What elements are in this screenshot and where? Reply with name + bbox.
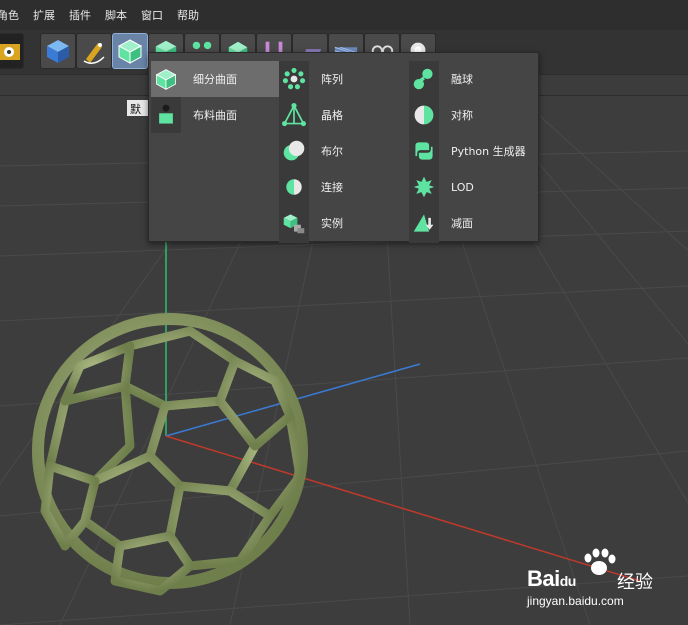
menu-item-instance[interactable]: 实例 <box>279 205 409 241</box>
menu-item-lod[interactable]: LOD <box>409 169 539 205</box>
menu-item-cloth-surface[interactable]: 布料曲面 <box>151 97 279 133</box>
symmetry-icon <box>409 97 439 133</box>
metaball-icon <box>409 61 439 97</box>
atom-array-icon <box>279 97 309 133</box>
array-icon <box>279 61 309 97</box>
menu-item-subdivision-surface[interactable]: 细分曲面 <box>151 61 279 97</box>
subdivision-surface-icon <box>151 61 181 97</box>
cube-button[interactable] <box>40 33 76 69</box>
menu-window[interactable]: 窗口 <box>134 7 170 23</box>
watermark-brand-cn: 经验 <box>617 572 653 593</box>
menu-item-metaball[interactable]: 融球 <box>409 61 539 97</box>
baidu-paw-icon <box>584 548 616 575</box>
instance-icon <box>279 205 309 241</box>
menu-item-label: 连接 <box>321 181 343 194</box>
menu-item-polygon-reduction[interactable]: 减面 <box>409 205 539 241</box>
polygon-reduction-icon <box>409 205 439 241</box>
menu-item-boole[interactable]: 布尔 <box>279 133 409 169</box>
cloth-surface-icon <box>151 97 181 133</box>
watermark-url: jingyan.baidu.com <box>527 594 624 608</box>
menu-item-label: 实例 <box>321 217 343 230</box>
menu-item-label: 融球 <box>451 73 473 86</box>
menu-item-label: 布料曲面 <box>193 109 237 122</box>
menu-item-label: 晶格 <box>321 109 343 122</box>
subdivision-cube-icon <box>117 39 143 64</box>
menu-script[interactable]: 脚本 <box>98 7 134 23</box>
menu-item-connect[interactable]: 连接 <box>279 169 409 205</box>
subdivision-surface-button[interactable] <box>112 33 148 69</box>
menu-item-label: 细分曲面 <box>193 73 237 86</box>
menu-item-label: Python 生成器 <box>451 145 526 158</box>
python-generator-icon <box>409 133 439 169</box>
menu-item-atom-array[interactable]: 晶格 <box>279 97 409 133</box>
connect-icon <box>279 169 309 205</box>
menu-item-label: 对称 <box>451 109 473 122</box>
menu-character[interactable]: 角色 <box>0 7 26 23</box>
pen-spline-icon <box>83 43 105 64</box>
menu-item-label: 阵列 <box>321 73 343 86</box>
clapper-gear-icon <box>0 40 20 60</box>
cube-icon <box>47 40 69 63</box>
menu-extensions[interactable]: 扩展 <box>26 7 62 23</box>
default-tooltip: 默认 <box>127 100 149 116</box>
boole-icon <box>279 133 309 169</box>
pen-button[interactable] <box>76 33 112 69</box>
render-settings-button[interactable] <box>0 33 24 69</box>
baidu-jingyan-watermark: Baidu 经验 jingyan.baidu.com <box>527 548 677 612</box>
menu-item-label: 布尔 <box>321 145 343 158</box>
menu-item-label: 减面 <box>451 217 473 230</box>
menu-plugins[interactable]: 插件 <box>62 7 98 23</box>
menu-item-label: LOD <box>451 180 474 194</box>
lod-icon <box>409 169 439 205</box>
menu-item-python-generator[interactable]: Python 生成器 <box>409 133 539 169</box>
menu-bar: 角色 扩展 插件 脚本 窗口 帮助 <box>0 0 688 30</box>
menu-item-array[interactable]: 阵列 <box>279 61 409 97</box>
generator-popup-menu: 细分曲面 布料曲面 阵列 晶格 布尔 连接 实例 融球 对称 Python 生成… <box>148 52 539 243</box>
subdivided-sphere-mesh <box>32 313 308 596</box>
menu-item-symmetry[interactable]: 对称 <box>409 97 539 133</box>
watermark-brand: Baidu <box>527 566 576 591</box>
menu-help[interactable]: 帮助 <box>170 7 206 23</box>
